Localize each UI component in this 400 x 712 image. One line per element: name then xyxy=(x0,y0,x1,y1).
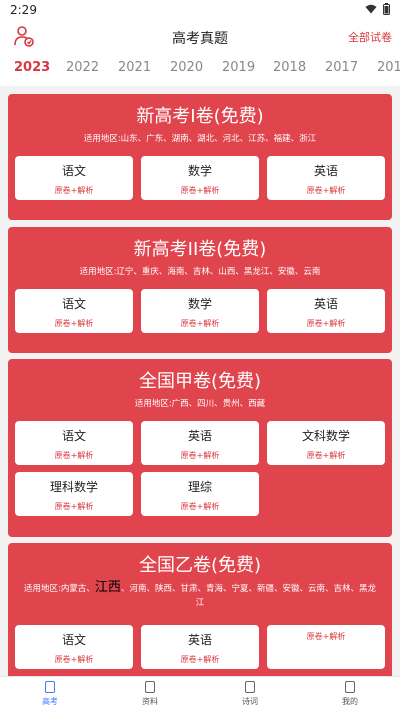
subject-name: 理综 xyxy=(187,480,212,494)
subject-button[interactable]: 英语 原卷+解析 xyxy=(267,289,385,333)
card-title: 全国甲卷(免费) xyxy=(138,371,262,392)
subject-name: 语文 xyxy=(61,429,86,443)
subject-button[interactable]: 英语 原卷+解析 xyxy=(141,421,259,465)
card-region-suffix: 、河南、陕西、甘肃、青海、宁夏、新疆、安徽、云南、吉林、黑龙江 xyxy=(120,584,376,608)
subject-button[interactable]: 语文 原卷+解析 xyxy=(15,289,133,333)
subject-button[interactable]: 英语 原卷+解析 xyxy=(267,156,385,200)
app-header: 高考真题 全部试卷 xyxy=(0,22,400,52)
subject-name: 英语 xyxy=(313,164,338,178)
year-tabs: 2023 2022 2021 2020 2019 2018 2017 2016 xyxy=(0,52,400,86)
subject-subtitle: 原卷+解析 xyxy=(306,451,346,460)
nav-item-poetry[interactable]: 诗词 xyxy=(200,677,300,712)
subject-name: 英语 xyxy=(187,633,212,647)
subject-button[interactable]: 原卷+解析 xyxy=(267,625,385,669)
subject-button[interactable]: 数学 原卷+解析 xyxy=(141,289,259,333)
tab-year-2020[interactable]: 2020 xyxy=(170,60,203,75)
exam-card: 新高考II卷(免费) 适用地区:辽宁、重庆、海南、吉林、山西、黑龙江、安徽、云南… xyxy=(8,227,392,353)
nav-label: 诗词 xyxy=(242,697,258,706)
card-region-highlight: 江西 xyxy=(94,580,121,595)
profile-icon xyxy=(345,681,355,693)
subject-subtitle: 原卷+解析 xyxy=(180,451,220,460)
nav-label: 资料 xyxy=(142,697,158,706)
nav-label: 高考 xyxy=(42,697,58,706)
subject-button[interactable]: 英语 原卷+解析 xyxy=(141,625,259,669)
nav-item-profile[interactable]: 我的 xyxy=(300,677,400,712)
subject-subtitle: 原卷+解析 xyxy=(306,186,346,195)
all-papers-link[interactable]: 全部试卷 xyxy=(348,29,392,45)
subject-name: 语文 xyxy=(61,164,86,178)
tab-year-2016[interactable]: 2016 xyxy=(377,60,400,75)
card-region: 适用地区:山东、广东、湖南、湖北、河北、江苏、福建、浙江 xyxy=(83,134,317,144)
subject-button[interactable]: 语文 原卷+解析 xyxy=(15,156,133,200)
exam-list: 新高考I卷(免费) 适用地区:山东、广东、湖南、湖北、河北、江苏、福建、浙江 语… xyxy=(0,86,400,676)
bottom-nav: 高考 资料 诗词 我的 xyxy=(0,676,400,712)
tab-year-2019[interactable]: 2019 xyxy=(222,60,255,75)
materials-icon xyxy=(145,681,155,693)
subject-name: 语文 xyxy=(61,297,86,311)
subject-subtitle: 原卷+解析 xyxy=(180,502,220,511)
subject-button[interactable]: 语文 原卷+解析 xyxy=(15,421,133,465)
subject-subtitle: 原卷+解析 xyxy=(54,655,94,664)
status-time: 2:29 xyxy=(10,3,37,17)
subject-name: 语文 xyxy=(61,633,86,647)
subject-subtitle: 原卷+解析 xyxy=(54,186,94,195)
subject-subtitle: 原卷+解析 xyxy=(180,319,220,328)
subject-name: 理科数学 xyxy=(49,480,98,494)
wifi-icon xyxy=(365,4,377,14)
subject-button[interactable]: 文科数学 原卷+解析 xyxy=(267,421,385,465)
tab-year-2018[interactable]: 2018 xyxy=(273,60,306,75)
subject-name: 英语 xyxy=(313,297,338,311)
subject-subtitle: 原卷+解析 xyxy=(180,186,220,195)
subject-subtitle: 原卷+解析 xyxy=(54,319,94,328)
nav-item-exam[interactable]: 高考 xyxy=(0,677,100,712)
subject-name: 数学 xyxy=(187,164,212,178)
nav-item-materials[interactable]: 资料 xyxy=(100,677,200,712)
subject-name: 数学 xyxy=(187,297,212,311)
subject-button[interactable]: 语文 原卷+解析 xyxy=(15,625,133,669)
card-region: 适用地区:内蒙古、江西、河南、陕西、甘肃、青海、宁夏、新疆、安徽、云南、吉林、黑… xyxy=(22,581,378,610)
subject-name: 文科数学 xyxy=(301,429,350,443)
exam-icon xyxy=(45,681,55,693)
card-title: 新高考I卷(免费) xyxy=(136,106,264,127)
card-title: 全国乙卷(免费) xyxy=(138,555,262,576)
status-icons xyxy=(365,3,390,15)
exam-card: 新高考I卷(免费) 适用地区:山东、广东、湖南、湖北、河北、江苏、福建、浙江 语… xyxy=(8,94,392,220)
poetry-icon xyxy=(245,681,255,693)
subject-subtitle: 原卷+解析 xyxy=(54,451,94,460)
subject-subtitle: 原卷+解析 xyxy=(54,502,94,511)
subject-subtitle: 原卷+解析 xyxy=(306,319,346,328)
exam-card: 全国甲卷(免费) 适用地区:广西、四川、贵州、西藏 语文 原卷+解析 英语 原卷… xyxy=(8,359,392,537)
subject-subtitle: 原卷+解析 xyxy=(180,655,220,664)
subject-button[interactable]: 理综 原卷+解析 xyxy=(141,472,259,516)
exam-card: 全国乙卷(免费) 适用地区:内蒙古、江西、河南、陕西、甘肃、青海、宁夏、新疆、安… xyxy=(8,543,392,676)
tab-year-2022[interactable]: 2022 xyxy=(66,60,99,75)
status-bar: 2:29 xyxy=(0,0,400,22)
subject-button[interactable]: 数学 原卷+解析 xyxy=(141,156,259,200)
battery-icon xyxy=(383,3,390,15)
card-title: 新高考II卷(免费) xyxy=(133,239,267,260)
tab-year-2023[interactable]: 2023 xyxy=(14,60,50,75)
nav-label: 我的 xyxy=(342,697,358,706)
card-region: 适用地区:广西、四川、贵州、西藏 xyxy=(134,399,266,409)
subject-subtitle: 原卷+解析 xyxy=(306,632,346,641)
subject-name: 英语 xyxy=(187,429,212,443)
page-title: 高考真题 xyxy=(172,31,228,47)
card-region-prefix: 适用地区:内蒙古、 xyxy=(24,584,95,594)
tab-year-2017[interactable]: 2017 xyxy=(325,60,358,75)
subject-button[interactable]: 理科数学 原卷+解析 xyxy=(15,472,133,516)
tab-year-2021[interactable]: 2021 xyxy=(118,60,151,75)
card-region: 适用地区:辽宁、重庆、海南、吉林、山西、黑龙江、安徽、云南 xyxy=(79,267,321,277)
